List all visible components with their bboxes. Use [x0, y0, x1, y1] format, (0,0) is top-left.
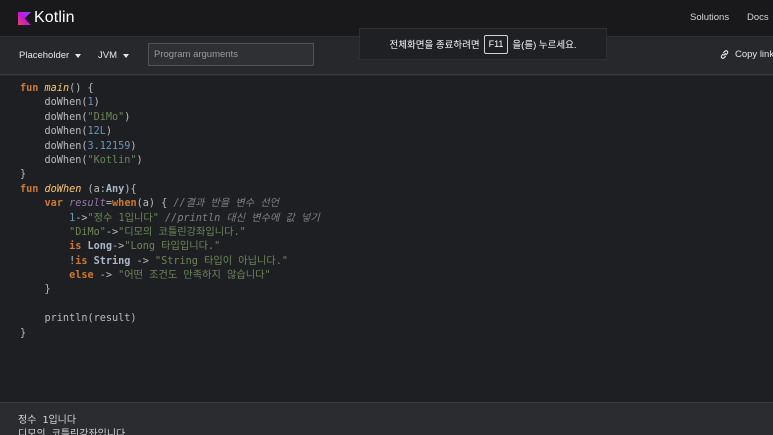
code-line: doWhen(3.12159) — [20, 140, 320, 154]
code-line: "DiMo"->"디모의 코틀린강좌입니다." — [20, 226, 320, 240]
code-token: "어떤 조건도 만족하지 않습니다" — [118, 270, 271, 282]
code-editor[interactable]: fun main() { doWhen(1) doWhen("DiMo") do… — [0, 76, 773, 402]
output-line: 정수 1입니다 — [18, 415, 77, 426]
code-line: doWhen(12L) — [20, 125, 320, 139]
code-line: fun main() { — [20, 82, 320, 96]
code-line: is Long->"Long 타입입니다." — [20, 240, 320, 254]
link-icon — [720, 50, 729, 59]
target-dropdown[interactable]: JVM — [98, 50, 129, 61]
code-token: doWhen( — [20, 97, 88, 109]
copy-link-label: Copy link — [735, 49, 773, 60]
code-token: "디모의 코틀린강좌입니다." — [118, 226, 246, 238]
fullscreen-exit-notice: 전체화면을 종료하려면 F11 을(를) 누르세요. — [359, 28, 607, 60]
kotlin-logo-icon — [18, 11, 31, 25]
code-line: println(result) — [20, 312, 320, 326]
copy-link-button[interactable]: Copy link — [719, 49, 773, 60]
version-dropdown-label: Placeholder — [19, 50, 70, 61]
output-panel: 정수 1입니다 디모의 코틀린강좌입니다. — [0, 402, 773, 435]
code-token: -> — [130, 255, 155, 267]
code-token: is — [69, 241, 88, 253]
code-token: result — [69, 198, 106, 210]
version-dropdown[interactable]: Placeholder — [19, 50, 82, 61]
code-token: 12L — [87, 126, 106, 138]
code-line: } — [20, 283, 320, 297]
code-token: var — [44, 198, 70, 210]
code-token: fun — [20, 83, 45, 94]
code-token: doWhen( — [20, 111, 88, 123]
code-token: when — [112, 198, 137, 210]
code-content[interactable]: fun main() { doWhen(1) doWhen("DiMo") do… — [20, 82, 320, 341]
code-token: doWhen — [44, 183, 82, 195]
code-token: //println 대신 변수에 값 넣기 — [165, 212, 320, 224]
caret-down-icon — [123, 53, 129, 58]
code-line: doWhen(1) — [20, 96, 320, 110]
code-token: -> — [112, 241, 125, 253]
program-arguments-input[interactable] — [148, 43, 314, 66]
code-token: -> — [99, 270, 119, 282]
nav-solutions-link[interactable]: Solutions — [690, 12, 729, 23]
f11-keycap: F11 — [483, 34, 509, 54]
code-token: 3.12159 — [87, 140, 131, 152]
kotlin-logo[interactable]: Kotlin — [18, 9, 75, 27]
code-line: doWhen("Kotlin") — [20, 154, 320, 168]
code-line: var result=when(a) { //결과 반을 변수 선언 — [20, 197, 320, 211]
code-token: } — [20, 169, 27, 181]
code-token: } — [20, 327, 27, 339]
code-line: doWhen("DiMo") — [20, 111, 320, 125]
code-token: -> — [105, 226, 119, 238]
code-token: "String 타입이 아닙니다." — [154, 255, 289, 267]
code-token: "Kotlin" — [87, 154, 137, 166]
code-token: "DiMo" — [87, 111, 125, 123]
code-line: 1->"정수 1입니다" //println 대신 변수에 값 넣기 — [20, 212, 320, 226]
code-token: ) — [105, 126, 113, 138]
output-line: 디모의 코틀린강좌입니다. — [18, 429, 132, 435]
code-line: !is String -> "String 타입이 아닙니다." — [20, 255, 320, 269]
caret-down-icon — [75, 53, 82, 58]
code-token: "정수 1입니다" — [87, 212, 159, 224]
code-line: } — [20, 327, 320, 341]
code-token: String — [93, 255, 131, 267]
code-token: is — [75, 255, 94, 267]
code-token: "Long 타입입니다." — [124, 241, 221, 253]
code-token: fun — [20, 183, 45, 195]
code-token: //결과 반을 변수 선언 — [173, 198, 280, 210]
code-token: Any — [105, 183, 125, 195]
code-token: () { — [69, 83, 94, 94]
logo-text: Kotlin — [34, 9, 75, 26]
code-token: doWhen( — [20, 154, 88, 166]
code-line: } — [20, 168, 320, 182]
code-token: "DiMo" — [69, 226, 106, 238]
code-token: -> — [75, 212, 88, 224]
code-token: doWhen( — [20, 126, 88, 138]
code-token: Long — [87, 241, 113, 253]
code-token: } — [20, 284, 51, 296]
code-token: ) — [93, 97, 100, 109]
code-token: else — [69, 270, 100, 282]
code-token: (a: — [81, 183, 106, 195]
notice-text-after: 을(를) 누르세요. — [512, 40, 577, 51]
code-line: fun doWhen (a:Any){ — [20, 183, 320, 197]
code-token: println(result) — [20, 313, 137, 325]
code-token: ) — [124, 111, 131, 123]
code-line: else -> "어떤 조건도 만족하지 않습니다" — [20, 269, 320, 283]
code-token: doWhen( — [20, 140, 88, 152]
code-token: ) — [136, 154, 143, 166]
code-token: ! — [20, 255, 76, 267]
code-token: (a) { — [136, 198, 174, 210]
nav-docs-link[interactable]: Docs — [747, 12, 769, 23]
code-token: ){ — [124, 183, 137, 195]
code-token: main — [44, 83, 70, 94]
target-dropdown-label: JVM — [98, 50, 117, 61]
code-token: ) — [130, 140, 137, 152]
notice-text-before: 전체화면을 종료하려면 — [389, 40, 480, 51]
